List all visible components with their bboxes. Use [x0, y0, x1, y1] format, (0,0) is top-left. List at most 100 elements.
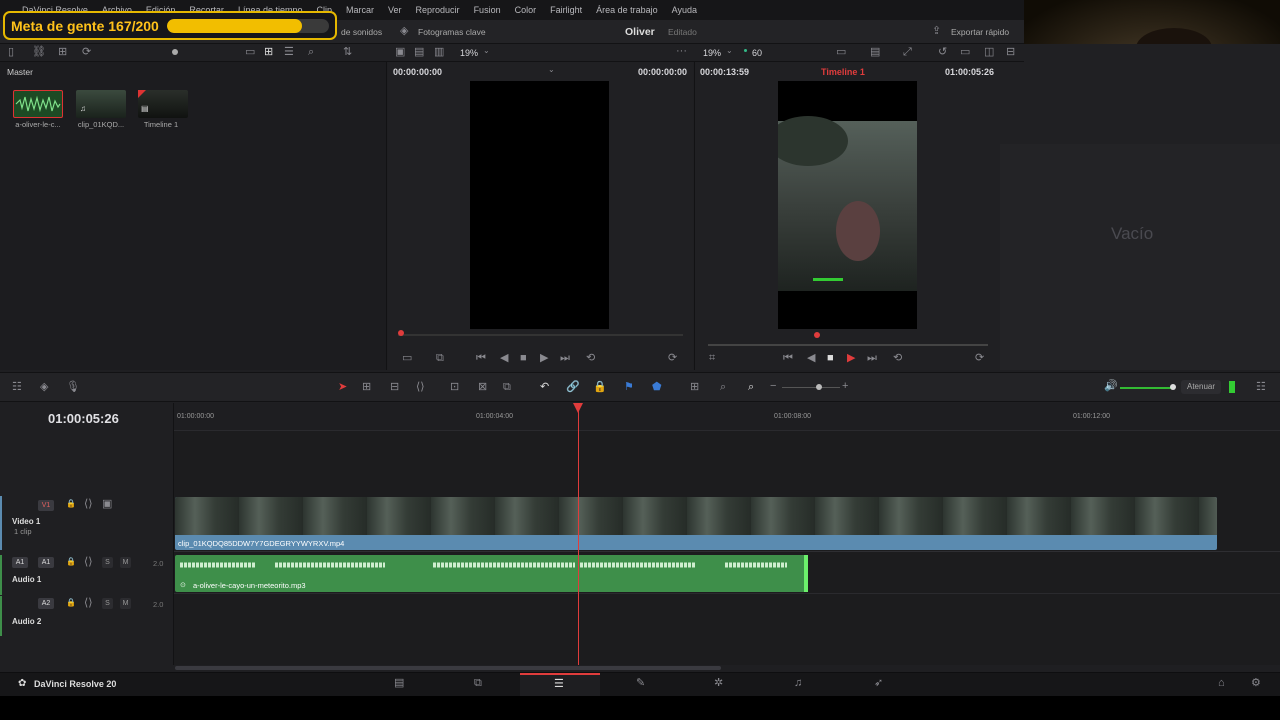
cut-page-icon[interactable]: ⧉	[474, 678, 482, 689]
play-icon[interactable]: ▶	[847, 353, 855, 364]
program-playhead[interactable]	[814, 332, 820, 338]
zoom-detail-icon[interactable]: ⌕	[720, 382, 726, 393]
track-tag[interactable]: V1	[38, 500, 54, 511]
fullscreen-icon[interactable]: ▭	[960, 47, 970, 58]
media-page-icon[interactable]: ▤	[394, 678, 404, 689]
zoom-slider-knob[interactable]	[816, 384, 822, 390]
solo-button[interactable]: S	[102, 598, 113, 609]
transform-icon[interactable]: ⤢	[903, 47, 912, 58]
audio-clip-end-handle[interactable]	[804, 555, 808, 592]
volume-slider[interactable]	[1120, 387, 1174, 389]
fusion-page-icon[interactable]: ✎	[636, 678, 645, 689]
viewer-split-icon[interactable]: ▥	[434, 47, 444, 58]
zoom-out-icon[interactable]: −	[770, 381, 776, 392]
match-frame-icon[interactable]: ⟳	[668, 353, 677, 364]
timeline-scrollbar[interactable]	[175, 666, 721, 670]
skip-start-icon[interactable]: ⏮	[476, 353, 486, 364]
match-frame-icon[interactable]: ⟳	[975, 353, 984, 364]
menu-item[interactable]: Fairlight	[550, 5, 582, 15]
lock-icon[interactable]: 🔒	[66, 500, 76, 508]
menu-item[interactable]: Área de trabajo	[596, 5, 658, 15]
sort-icon[interactable]: ⇅	[343, 47, 352, 58]
dynamic-trim-icon[interactable]: ⊟	[390, 382, 399, 393]
timeline-name[interactable]: Timeline 1	[821, 67, 865, 77]
volume-knob[interactable]	[1170, 384, 1176, 390]
play-icon[interactable]: ▶	[540, 353, 548, 364]
home-icon[interactable]: ⌂	[1218, 678, 1225, 689]
link-icon[interactable]: 🔗	[566, 382, 580, 393]
audio-clip[interactable]: ⊙ a-oliver-le-cayo-un-meteorito.mp3	[175, 555, 807, 592]
menu-item[interactable]: Ayuda	[672, 5, 697, 15]
grid-view-icon[interactable]: ⊞	[264, 47, 273, 58]
source-scrubber[interactable]	[398, 334, 683, 336]
view-options-icon[interactable]: ◈	[40, 382, 48, 393]
loop-icon[interactable]: ⟲	[893, 353, 902, 364]
timeline-ruler[interactable]: 01:00:00:00 01:00:04:00 01:00:08:00 01:0…	[174, 403, 1280, 431]
panel-icon[interactable]: ⊟	[1006, 47, 1015, 58]
marker-icon[interactable]: ⬟	[652, 382, 662, 393]
view-mode-icon[interactable]: ▭	[402, 353, 412, 364]
replace-icon[interactable]: ⧉	[503, 382, 511, 393]
overwrite-icon[interactable]: ⊠	[478, 382, 487, 393]
track-tag[interactable]: A1	[38, 557, 54, 568]
thumb-size-slider[interactable]	[172, 49, 178, 55]
stop-icon[interactable]: ■	[520, 353, 527, 364]
deliver-page-icon[interactable]: ➶	[874, 678, 883, 689]
video-clip[interactable]: clip_01KQDQ85DDW7Y7GDEGRYYWYRXV.mp4	[175, 497, 1217, 550]
mute-button[interactable]: M	[120, 598, 131, 609]
mixer-icon[interactable]: ☷	[1256, 382, 1266, 393]
lock-icon[interactable]: 🔒	[66, 558, 76, 566]
track-header-a1[interactable]: A1 A1 🔒 ⟨⟩ S M 2.0 Audio 1	[0, 555, 174, 595]
skip-start-icon[interactable]: ⏮	[783, 353, 793, 364]
trim-tool-icon[interactable]: ⊞	[362, 382, 371, 393]
skip-end-icon[interactable]: ⏭	[867, 353, 877, 364]
timeline-thumbnail[interactable]: ▤	[138, 90, 188, 118]
loop-icon[interactable]: ⟲	[586, 353, 595, 364]
viewer-layout-icon[interactable]: ▤	[414, 47, 424, 58]
track-source-tag[interactable]: A1	[12, 557, 28, 568]
insert-icon[interactable]: ⊡	[450, 382, 459, 393]
auto-select-icon[interactable]: ⟨⟩	[84, 598, 93, 609]
chevron-down-icon[interactable]: ⌄	[483, 47, 490, 55]
clip-icon[interactable]: ⊞	[58, 47, 67, 58]
video-enable-icon[interactable]: ▣	[102, 499, 112, 510]
display-icon[interactable]: ▤	[870, 47, 880, 58]
menu-item[interactable]: Color	[515, 5, 537, 15]
chevron-down-icon[interactable]: ⌄	[726, 47, 733, 55]
more-icon[interactable]: ···	[676, 46, 687, 57]
keyframes-button[interactable]: Fotogramas clave	[418, 27, 486, 37]
zoom-slider[interactable]	[782, 387, 840, 388]
layout-icon[interactable]: ◫	[984, 47, 994, 58]
fairlight-page-icon[interactable]: ♫	[794, 678, 802, 689]
settings-gear-icon[interactable]: ⚙	[1251, 678, 1261, 689]
mute-button[interactable]: M	[120, 557, 131, 568]
timeline-playhead-line[interactable]	[578, 403, 579, 665]
auto-select-icon[interactable]: ⟨⟩	[84, 499, 93, 510]
zoom-fit-icon[interactable]: ⊞	[690, 382, 699, 393]
layout-options-icon[interactable]: ☷	[12, 382, 22, 393]
solo-button[interactable]: S	[102, 557, 113, 568]
edit-page-tab[interactable]: ☰	[520, 673, 600, 696]
quick-export-button[interactable]: Exportar rápido	[951, 27, 1009, 37]
menu-item[interactable]: Marcar	[346, 5, 374, 15]
metadata-view-icon[interactable]: ▭	[245, 47, 255, 58]
snapping-icon[interactable]: ↶	[540, 382, 549, 393]
program-scrubber[interactable]	[708, 344, 988, 346]
safe-area-icon[interactable]: ▭	[836, 47, 846, 58]
video-clip-thumbnail[interactable]: ♫	[76, 90, 126, 118]
flag-icon[interactable]: ⚑	[624, 382, 634, 393]
color-page-icon[interactable]: ✲	[714, 678, 723, 689]
play-reverse-icon[interactable]: ◀	[807, 353, 815, 364]
sync-icon[interactable]: ⟳	[82, 47, 91, 58]
source-zoom[interactable]: 19%	[460, 48, 478, 58]
lock-icon[interactable]: 🔒	[66, 599, 76, 607]
source-playhead[interactable]	[398, 330, 404, 336]
menu-item[interactable]: Fusion	[474, 5, 501, 15]
viewer-mode-icon[interactable]: ▣	[395, 47, 405, 58]
zoom-in-icon[interactable]: +	[842, 381, 848, 392]
dim-button[interactable]: Atenuar	[1181, 380, 1221, 394]
selection-tool-icon[interactable]: ➤	[338, 382, 347, 393]
crop-icon[interactable]: ⌗	[709, 353, 715, 364]
list-view-icon[interactable]: ☰	[284, 47, 294, 58]
clip-mode-icon[interactable]: ⧉	[436, 353, 444, 364]
